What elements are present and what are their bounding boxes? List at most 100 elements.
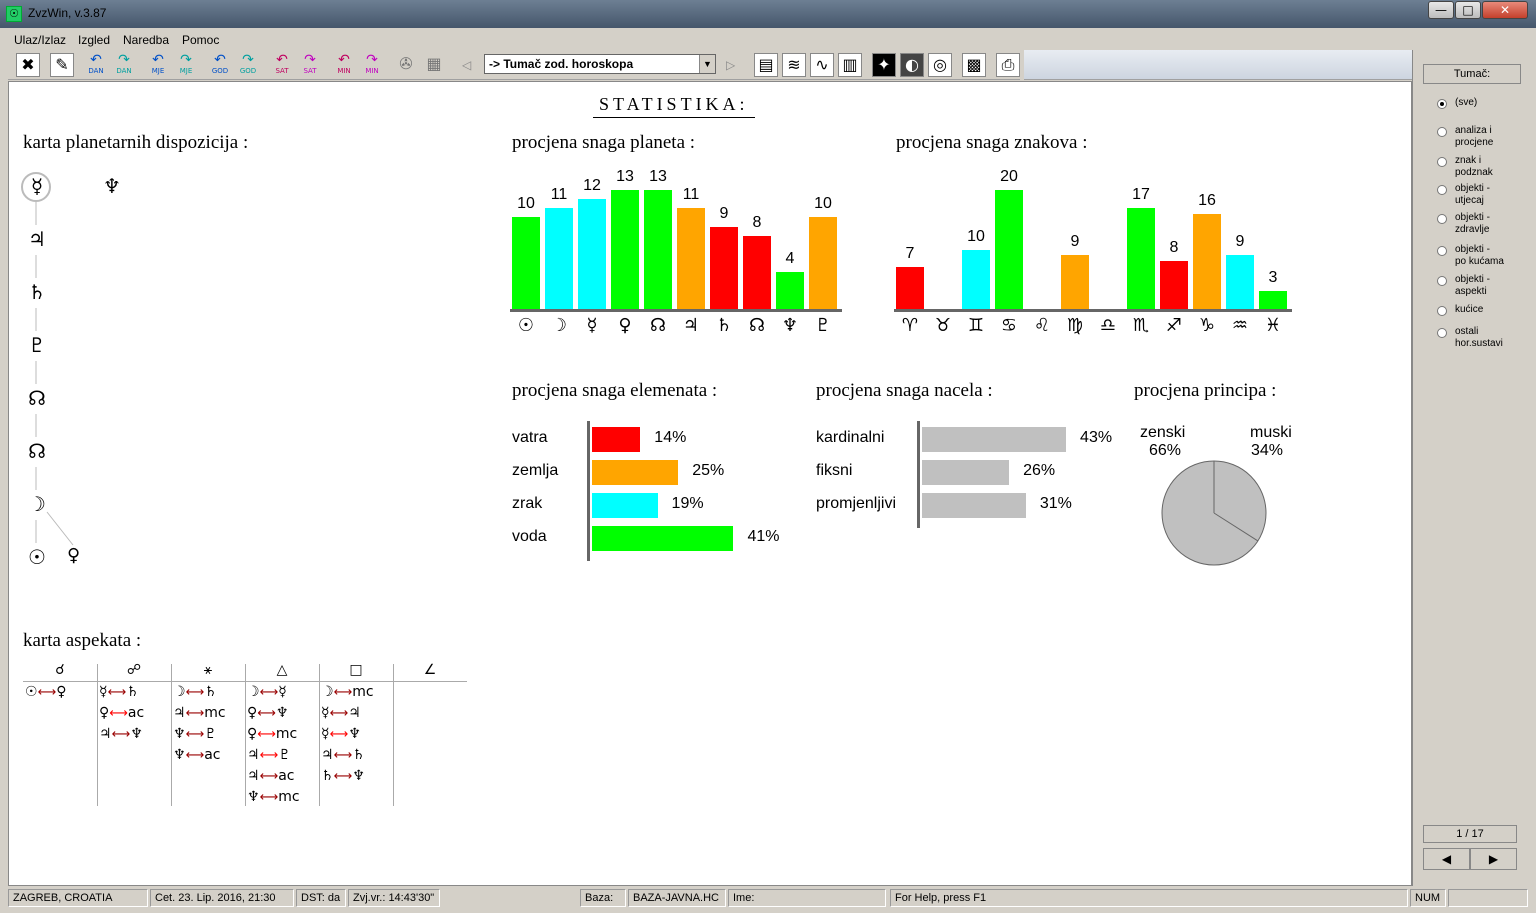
aspect-arrow-icon: ⟷ xyxy=(333,748,353,763)
aspect-entry: ☿⟷♆ xyxy=(321,726,361,742)
radio-dot[interactable] xyxy=(1437,127,1447,137)
planet-value-label: 11 xyxy=(550,186,568,204)
radio-dot[interactable] xyxy=(1437,185,1447,195)
toolbar-god-button[interactable]: ↶ GOD xyxy=(208,53,232,77)
page-title: STATISTIKA: xyxy=(593,94,755,118)
target-icon[interactable]: ◎ xyxy=(928,53,952,77)
aspect-arrow-icon: ⟷ xyxy=(329,727,349,742)
stars-icon[interactable]: ✦ xyxy=(872,53,896,77)
menu-izgled[interactable]: Izgled xyxy=(78,33,110,47)
nacelo-pct: 31% xyxy=(1039,495,1072,512)
aspect-arrow-icon: ⟷ xyxy=(111,727,131,742)
planet-value-label: 10 xyxy=(517,195,535,213)
lines-icon[interactable]: ≋ xyxy=(782,53,806,77)
menu-bar: Ulaz/Izlaz Izgled Naredba Pomoc xyxy=(8,30,1528,50)
aspect-planet-a: ♃ xyxy=(247,747,260,763)
toolbar-min-button[interactable]: ↷ MIN xyxy=(360,53,384,77)
planet-bar xyxy=(644,190,672,309)
aspect-planet-b: ♆ xyxy=(352,768,365,784)
menu-ulaz-izlaz[interactable]: Ulaz/Izlaz xyxy=(14,33,66,47)
aspect-header: △ xyxy=(276,662,288,678)
aspect-planet-b: ♆ xyxy=(275,705,289,721)
sign-symbol: ♐ xyxy=(1165,315,1183,336)
aspect-planet-b: ♆ xyxy=(348,726,361,742)
planet-symbol: ☽ xyxy=(550,315,568,336)
sign-value-label: 10 xyxy=(967,227,985,245)
aspect-planet-b: ac xyxy=(278,768,295,784)
next-page-button[interactable]: ▶ xyxy=(1470,848,1517,870)
sign-bar xyxy=(962,249,990,309)
bars-icon[interactable]: ▥ xyxy=(838,53,862,77)
aspect-entry: ♆⟷mc xyxy=(247,789,300,805)
chart-icon[interactable]: ✖ xyxy=(16,53,40,77)
toolbar-sat-button[interactable]: ↶ SAT xyxy=(270,53,294,77)
toolbar-mje-button[interactable]: ↷ MJE xyxy=(174,53,198,77)
menu-naredba[interactable]: Naredba xyxy=(123,33,169,47)
element-bar xyxy=(592,493,658,518)
radio-dot[interactable] xyxy=(1437,157,1447,167)
dropdown-icon[interactable]: ▼ xyxy=(699,55,715,73)
aspect-planet-a: ☿ xyxy=(99,684,108,700)
aspect-planet-a: ♄ xyxy=(321,768,334,784)
disposition-glyph: ♄ xyxy=(28,280,46,304)
aspect-entry: ♃⟷♇ xyxy=(247,747,291,763)
arrow-back-icon: ↶ xyxy=(214,52,226,68)
palette-icon[interactable]: ▩ xyxy=(962,53,986,77)
statistics-pane: STATISTIKA: karta planetarnih dispozicij… xyxy=(8,81,1412,886)
wheel-icon[interactable]: ✇ xyxy=(394,53,418,77)
aspect-planet-a: ♆ xyxy=(173,726,186,742)
moon-icon[interactable]: ◐ xyxy=(900,53,924,77)
toolbar-god-button[interactable]: ↷ GOD xyxy=(236,53,260,77)
element-axis xyxy=(587,421,590,561)
sign-symbol: ♓ xyxy=(1264,315,1282,336)
disposition-glyph: ♃ xyxy=(28,227,46,251)
radio-dot[interactable] xyxy=(1437,246,1447,256)
graph-icon[interactable]: ∿ xyxy=(810,53,834,77)
nav-left-arrow[interactable]: ◁ xyxy=(462,58,471,72)
planet-value-label: 13 xyxy=(616,168,634,185)
toolbar-dan-button[interactable]: ↷ DAN xyxy=(112,53,136,77)
radio-dot[interactable] xyxy=(1437,328,1447,338)
aspect-entry: ☿⟷♄ xyxy=(99,684,139,700)
disposition-glyph: ♇ xyxy=(28,333,46,357)
planet-symbol: ♀ xyxy=(618,315,632,336)
nacelo-pct: 43% xyxy=(1080,429,1113,446)
menu-pomoc[interactable]: Pomoc xyxy=(182,33,219,47)
element-label: vatra xyxy=(512,429,548,446)
radio-dot[interactable] xyxy=(1437,214,1447,224)
radio-dot[interactable] xyxy=(1437,306,1447,316)
sign-axis xyxy=(894,309,1292,312)
toolbar-min-button[interactable]: ↶ MIN xyxy=(332,53,356,77)
aspect-planet-a: ♀ xyxy=(99,705,110,721)
radio-dot[interactable] xyxy=(1437,99,1447,109)
toolbar-sat-button[interactable]: ↷ SAT xyxy=(298,53,322,77)
element-pct: 19% xyxy=(671,495,704,512)
print-icon[interactable]: ⎙ xyxy=(996,53,1020,77)
planet-symbol: ☿ xyxy=(586,315,598,336)
tumac-option-label: objekti - aspekti xyxy=(1455,274,1491,297)
prev-page-button[interactable]: ◀ xyxy=(1423,848,1470,870)
aspect-entry: ☽⟷mc xyxy=(321,684,374,700)
app-icon[interactable]: ☉ xyxy=(6,6,22,22)
aspect-planet-b: ♄ xyxy=(204,684,217,700)
muski-label: muski xyxy=(1250,424,1292,441)
status-baza-label: Baza: xyxy=(580,889,626,907)
planet-symbol: ♆ xyxy=(781,315,799,336)
tumac-button[interactable]: Tumač: xyxy=(1423,64,1521,84)
grid-icon[interactable]: ▦ xyxy=(422,53,446,77)
aspect-entry: ♃⟷ac xyxy=(247,768,294,784)
nav-right-arrow[interactable]: ▷ xyxy=(726,58,735,72)
table-icon[interactable]: ▤ xyxy=(754,53,778,77)
toolbar-mje-button[interactable]: ↶ MJE xyxy=(146,53,170,77)
maximize-button[interactable]: □ xyxy=(1455,1,1481,19)
toolbar-dan-button[interactable]: ↶ DAN xyxy=(84,53,108,77)
aspect-planet-a: ☿ xyxy=(321,726,330,742)
tumac-combo[interactable]: -> Tumač zod. horoskopa ▼ xyxy=(484,54,716,74)
minimize-button[interactable]: — xyxy=(1428,1,1454,19)
planet-symbol: ♄ xyxy=(715,315,733,336)
aspect-column-divider xyxy=(171,664,172,806)
close-button[interactable]: ✕ xyxy=(1482,1,1528,19)
edit-icon[interactable]: ✎ xyxy=(50,53,74,77)
planet-value-label: 10 xyxy=(814,195,832,213)
radio-dot[interactable] xyxy=(1437,276,1447,286)
